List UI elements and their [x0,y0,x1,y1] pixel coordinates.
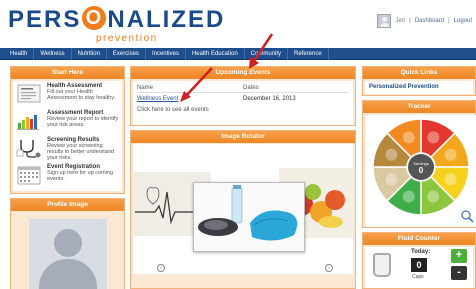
upcoming-events-panel: Upcoming Events Name Dates Wellness Even… [130,66,356,126]
start-item-health-assessment[interactable]: Health Assessment Fill out your Health As… [15,83,120,110]
user-name: Jen [395,18,406,24]
quick-link-personalized-prevention[interactable]: Personalized Prevention [369,83,469,92]
increment-button[interactable]: + [451,249,467,263]
today-label: Today: [411,249,431,255]
fluid-counter-panel: Fluid Counter Today: 0 Cups + - [362,232,476,289]
events-table-header: Name Dates [137,83,349,93]
profile-image-panel: Profile Image [10,198,125,289]
calendar-icon [15,164,43,186]
table-row: Wellness Event December 16, 2013 [137,93,349,105]
user-menu: Jen | Dashboard | Logout [377,14,472,28]
annotation-arrow-icon [180,67,213,102]
food-icon [427,190,440,203]
image-rotator-carousel[interactable]: ‹ › [133,144,353,274]
nav-nutrition[interactable]: Nutrition [72,47,107,60]
see-all-events-link[interactable]: Click here to see all events [137,105,349,115]
start-item-desc: Review your report to identify your risk… [47,116,119,128]
carousel-next-button[interactable]: › [325,264,333,272]
logo-o-badge: O [82,6,107,30]
start-here-panel: Start Here Health Assessment Fill out you… [10,66,125,194]
food-icon [385,173,398,186]
logout-link[interactable]: Logout [454,18,472,24]
column-header-dates: Dates [243,85,259,91]
document-icon [15,83,43,105]
upcoming-events-title: Upcoming Events [131,67,355,79]
dashboard-link[interactable]: Dashboard [415,18,444,24]
zoom-icon[interactable] [461,210,474,223]
tracker-title: Tracker [363,101,475,113]
food-tracker-wheel[interactable]: Servings 0 [366,115,476,227]
start-item-desc: Fill out your Health Assessment to stay … [47,89,116,101]
fluid-count: 0 [411,258,427,272]
nav-wellness[interactable]: Wellness [34,47,72,60]
nav-reference[interactable]: Reference [288,47,329,60]
nav-health[interactable]: Health [4,47,35,60]
separator: | [448,18,450,24]
nav-incentives[interactable]: Incentives [146,47,186,60]
event-date: December 16, 2013 [243,96,296,102]
start-item-desc: Review your screening results to better … [47,143,114,161]
carousel-prev-button[interactable]: ‹ [157,264,165,272]
nav-exercises[interactable]: Exercises [107,47,146,60]
quick-links-title: Quick Links [363,67,475,79]
stethoscope-icon [15,137,43,159]
bar-chart-icon [15,110,43,132]
exercise-gear-image [193,182,305,252]
main-nav: Health Wellness Nutrition Exercises Ince… [0,47,476,60]
food-icon [402,190,415,203]
food-icon [402,131,415,144]
fluid-counter-title: Fluid Counter [363,233,475,245]
image-rotator-title: Image Rotator [131,131,355,143]
food-icon [385,148,398,161]
servings-count: 0 [419,166,424,175]
separator: | [409,18,411,24]
profile-placeholder-icon[interactable] [29,219,107,289]
start-item-desc: Sign up here for up coming events. [47,170,114,182]
fluid-unit: Cups [412,274,424,280]
logo-subtitle: prevention [96,33,158,44]
user-avatar-icon [377,14,392,28]
logo[interactable]: PERS O NALIZED prevention [8,6,223,44]
tracker-panel: Tracker Servings 0 [362,100,476,228]
food-icon [444,173,457,186]
start-item-screening-results[interactable]: Screening Results Review your screening r… [15,137,120,164]
decrement-button[interactable]: - [451,266,467,280]
profile-image-title: Profile Image [11,199,124,211]
food-icon [427,131,440,144]
image-rotator-panel: Image Rotator ‹ › [130,130,356,289]
food-icon [444,148,457,161]
start-item-assessment-report[interactable]: Assessment Report Review your report to i… [15,110,120,137]
water-jug-icon [373,253,391,277]
quick-links-panel: Quick Links Personalized Prevention [362,66,476,96]
start-here-title: Start Here [11,67,124,79]
start-item-event-registration[interactable]: Event Registration Sign up here for up co… [15,164,120,191]
logo-wordmark: PERS O NALIZED [8,6,226,33]
nav-health-education[interactable]: Health Education [186,47,245,60]
annotation-arrow-icon [249,33,274,69]
